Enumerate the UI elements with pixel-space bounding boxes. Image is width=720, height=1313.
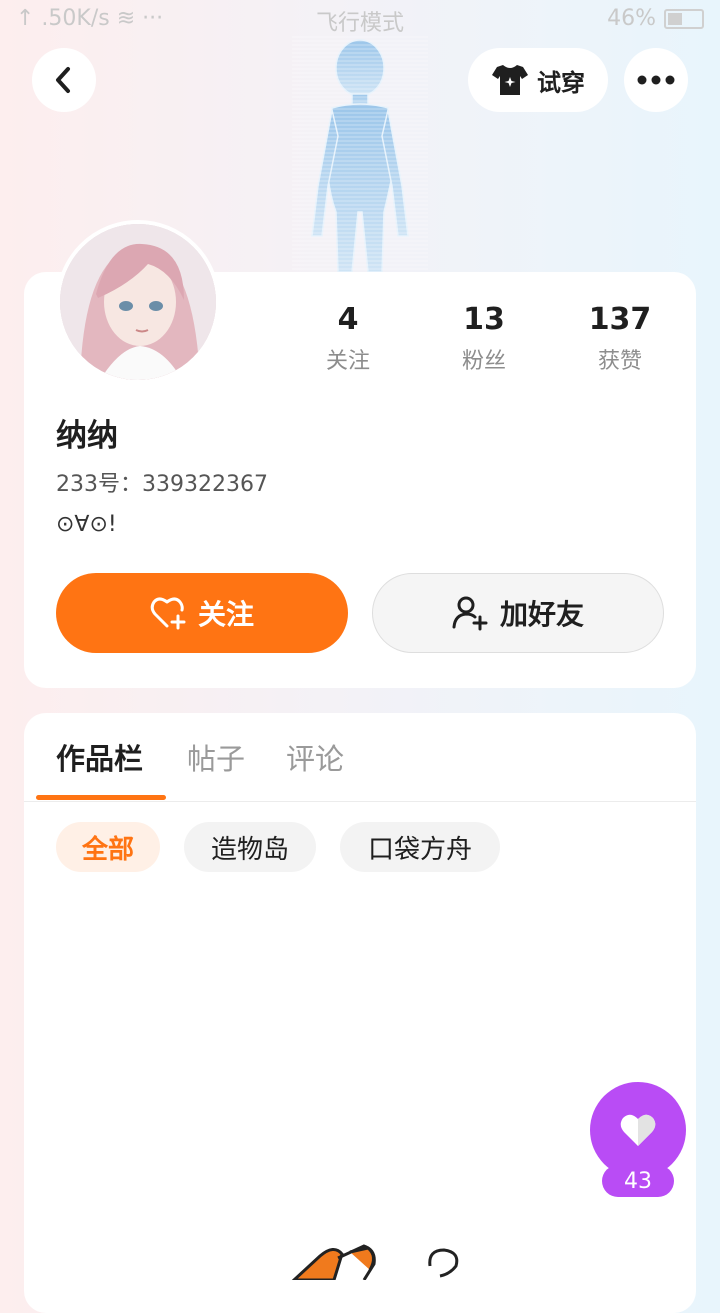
follow-label: 关注 xyxy=(197,598,254,631)
tab-works[interactable]: 作品栏 xyxy=(56,736,143,778)
stat-fans[interactable]: 13 粉丝 xyxy=(424,302,544,375)
likes-received-count: 137 xyxy=(588,302,652,337)
add-user-icon xyxy=(452,596,488,631)
heart-icon xyxy=(620,1114,656,1146)
chip-creation-island[interactable]: 造物岛 xyxy=(184,822,316,872)
status-right: 46% xyxy=(607,6,704,31)
add-friend-button[interactable]: 加好友 xyxy=(372,573,664,653)
add-friend-label: 加好友 xyxy=(499,598,584,631)
like-button[interactable] xyxy=(590,1082,686,1178)
more-button[interactable] xyxy=(624,48,688,112)
chip-pocket-ark[interactable]: 口袋方舟 xyxy=(340,822,500,872)
tab-posts[interactable]: 帖子 xyxy=(187,736,245,778)
works-card xyxy=(24,713,696,1313)
tshirt-icon xyxy=(492,65,528,95)
heart-plus-icon xyxy=(150,597,186,630)
avatar-image xyxy=(60,224,216,380)
like-count-badge: 43 xyxy=(602,1165,674,1197)
user-id: 233号：339322367 xyxy=(56,472,268,497)
follow-button[interactable]: 关注 xyxy=(56,573,348,653)
username: 纳纳 xyxy=(56,418,118,454)
chevron-left-icon xyxy=(56,67,70,93)
stat-likes[interactable]: 137 获赞 xyxy=(560,302,680,375)
active-tab-indicator xyxy=(36,795,166,800)
tab-divider xyxy=(24,801,696,802)
following-count: 4 xyxy=(337,302,359,337)
following-label: 关注 xyxy=(325,349,370,374)
likes-received-label: 获赞 xyxy=(597,349,642,374)
more-dots-icon xyxy=(637,75,675,85)
avatar[interactable] xyxy=(56,220,220,384)
try-on-button[interactable]: 试穿 xyxy=(468,48,608,112)
chip-all[interactable]: 全部 xyxy=(56,822,160,872)
status-bar: ↑ .50K/s ≋ ··· 飞行模式 46% xyxy=(0,0,720,36)
battery-percent: 46% xyxy=(607,6,656,31)
user-bio: ⊙∀⊙! xyxy=(56,512,117,537)
content-illustration xyxy=(291,1244,459,1280)
stat-following[interactable]: 4 关注 xyxy=(288,302,408,375)
avatar-figure-image xyxy=(292,36,428,272)
fans-count: 13 xyxy=(463,302,505,337)
try-on-label: 试穿 xyxy=(537,68,585,97)
back-button[interactable] xyxy=(32,48,96,112)
battery-icon xyxy=(664,8,704,29)
tab-comments[interactable]: 评论 xyxy=(286,736,344,778)
fans-label: 粉丝 xyxy=(461,349,506,374)
